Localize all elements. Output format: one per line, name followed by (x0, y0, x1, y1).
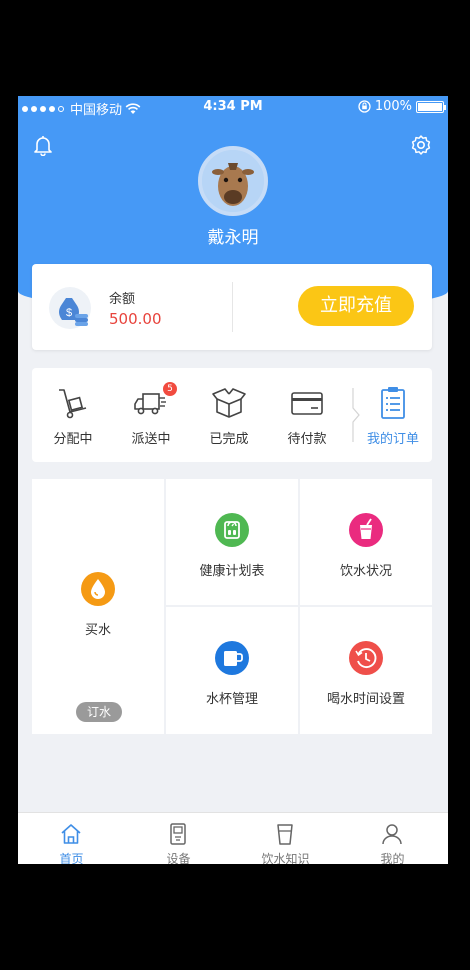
order-pending-payment[interactable]: 待付款 (268, 368, 346, 462)
hand-truck-icon (59, 389, 87, 419)
drink-cup-icon (349, 513, 383, 547)
credit-card-icon (291, 392, 323, 415)
tab-label: 饮水知识 (261, 852, 310, 864)
bell-icon[interactable] (32, 134, 54, 156)
gear-icon[interactable] (410, 134, 432, 156)
phone-frame: 中国移动 4:34 PM 100% 戴永明 $ 余额 500.00 立即充值 分… (0, 0, 470, 970)
glass-icon (277, 824, 293, 845)
user-name: 戴永明 (207, 228, 259, 248)
order-item-label: 待付款 (287, 432, 327, 447)
order-item-label: 派送中 (131, 432, 171, 447)
order-completed[interactable]: 已完成 (190, 368, 268, 462)
svg-text:$: $ (66, 307, 72, 319)
scale-icon (215, 513, 249, 547)
battery-fill (418, 102, 442, 111)
drink-time-settings-tile[interactable]: 喝水时间设置 (300, 607, 432, 734)
avatar[interactable] (198, 146, 268, 216)
tab-bar: 首页 设备 饮水知识 我的 (18, 812, 448, 864)
order-assigning[interactable]: 分配中 (34, 368, 112, 462)
avatar-image (202, 150, 264, 212)
tab-water-knowledge[interactable]: 饮水知识 (232, 813, 339, 864)
tab-home[interactable]: 首页 (18, 813, 125, 864)
rotation-lock-icon (358, 100, 371, 113)
feature-label: 水杯管理 (205, 692, 258, 707)
recharge-button[interactable]: 立即充值 (298, 286, 414, 326)
feature-label: 买水 (84, 623, 111, 638)
app-screen: 中国移动 4:34 PM 100% 戴永明 $ 余额 500.00 立即充值 分… (18, 96, 448, 864)
tab-profile[interactable]: 我的 (339, 813, 446, 864)
open-box-icon (212, 388, 246, 418)
clock-icon (349, 641, 383, 675)
feature-grid: 买水 订水 健康计划表 饮水状况 水杯管理 喝水时间设置 (32, 479, 432, 734)
drink-status-tile[interactable]: 饮水状况 (300, 479, 432, 605)
my-orders-button[interactable]: 我的订单 (354, 368, 432, 462)
cup-management-tile[interactable]: 水杯管理 (166, 607, 298, 734)
status-bar: 中国移动 4:34 PM 100% (18, 96, 448, 118)
balance-label: 余额 (109, 292, 136, 307)
order-status-card: 分配中 派送中 5 已完成 待付款 我的订单 (32, 368, 432, 462)
mug-icon (215, 641, 249, 675)
tab-devices[interactable]: 设备 (125, 813, 232, 864)
battery-icon (416, 100, 446, 113)
health-plan-tile[interactable]: 健康计划表 (166, 479, 298, 605)
tab-label: 设备 (166, 852, 191, 864)
notification-badge: 5 (163, 382, 177, 396)
person-icon (382, 824, 402, 845)
balance-card: $ 余额 500.00 立即充值 (32, 264, 432, 350)
water-drop-icon (81, 572, 115, 606)
order-item-label: 已完成 (209, 432, 249, 447)
status-right: 100% (358, 99, 446, 114)
order-item-label: 我的订单 (366, 432, 419, 447)
order-delivering[interactable]: 派送中 (112, 368, 190, 462)
feature-label: 饮水状况 (339, 564, 392, 579)
clipboard-list-icon (381, 387, 405, 419)
divider (232, 282, 233, 332)
feature-label: 喝水时间设置 (326, 692, 405, 707)
money-bag-icon: $ (49, 287, 91, 329)
tab-label: 首页 (59, 852, 84, 864)
order-item-label: 分配中 (53, 432, 93, 447)
feature-label: 健康计划表 (199, 564, 265, 579)
buy-water-tile[interactable]: 买水 订水 (32, 479, 164, 734)
water-dispenser-icon (170, 823, 186, 845)
tab-label: 我的 (380, 852, 405, 864)
balance-value: 500.00 (109, 310, 162, 328)
order-water-button[interactable]: 订水 (76, 702, 122, 722)
battery-percent: 100% (374, 99, 412, 114)
home-icon (61, 824, 81, 844)
